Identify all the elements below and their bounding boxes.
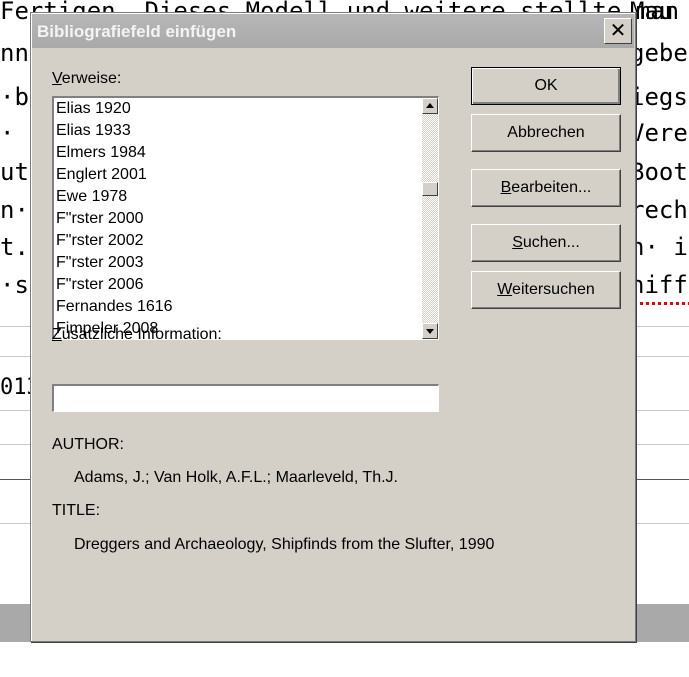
list-item[interactable]: Elmers 1984 bbox=[56, 142, 173, 164]
ok-button[interactable]: OK bbox=[471, 67, 621, 105]
references-label-key: V bbox=[52, 70, 62, 87]
close-button[interactable]: ✕ bbox=[604, 18, 632, 44]
search-button[interactable]: Suchen... bbox=[471, 224, 621, 262]
doc-line-left: ·b bbox=[0, 83, 29, 111]
arrow-up-icon bbox=[426, 103, 434, 108]
find-next-button[interactable]: Weitersuchen bbox=[471, 271, 621, 309]
extra-info-label-key: Z bbox=[52, 326, 62, 343]
doc-line-right: n· in bbox=[630, 233, 689, 261]
extra-info-input[interactable] bbox=[52, 384, 439, 412]
list-item[interactable]: Elias 1933 bbox=[56, 120, 173, 142]
list-item[interactable]: F"rster 2002 bbox=[56, 230, 173, 252]
scroll-up-button[interactable] bbox=[422, 98, 438, 114]
author-value: Adams, J.; Van Holk, A.F.L.; Maarleveld,… bbox=[74, 469, 398, 486]
find-next-button-rest: eitersuchen bbox=[512, 281, 595, 298]
references-items: Elias 1920 Elias 1933 Elmers 1984 Engler… bbox=[56, 98, 173, 339]
references-list[interactable]: Elias 1920 Elias 1933 Elmers 1984 Engler… bbox=[52, 96, 439, 340]
extra-info-label: Zusätzliche Information: bbox=[52, 326, 222, 344]
list-item[interactable]: Englert 2001 bbox=[56, 164, 173, 186]
doc-line-right: Mau bbox=[630, 0, 674, 25]
title-heading: TITLE: bbox=[52, 502, 101, 519]
spellcheck-squiggle bbox=[640, 302, 689, 305]
extra-info-label-rest: usätzliche Information: bbox=[61, 326, 222, 343]
search-button-rest: uchen... bbox=[522, 234, 580, 251]
edit-button-rest: earbeiten... bbox=[511, 179, 592, 196]
doc-line-right: niffs bbox=[630, 271, 689, 299]
doc-line-right: Verei bbox=[630, 119, 689, 147]
doc-line-left: t. bbox=[0, 233, 29, 261]
list-item[interactable]: F"rster 2003 bbox=[56, 252, 173, 274]
edit-button[interactable]: Bearbeiten... bbox=[471, 169, 621, 207]
title-value: Dreggers and Archaeology, Shipfinds from… bbox=[74, 536, 495, 553]
search-button-key: S bbox=[512, 234, 523, 251]
doc-line-right: Boot bbox=[630, 158, 688, 186]
scroll-thumb[interactable] bbox=[422, 182, 438, 196]
dialog-titlebar[interactable]: Bibliografiefeld einfügen ✕ bbox=[32, 14, 634, 48]
doc-line-right: iegss bbox=[630, 83, 689, 111]
dialog-title: Bibliografiefeld einfügen bbox=[37, 22, 237, 41]
list-item[interactable]: Fernandes 1616 bbox=[56, 296, 173, 318]
list-item[interactable]: F"rster 2006 bbox=[56, 274, 173, 296]
arrow-down-icon bbox=[426, 329, 434, 334]
references-scrollbar[interactable] bbox=[422, 98, 438, 339]
list-item[interactable]: Ewe 1978 bbox=[56, 186, 173, 208]
find-next-button-key: W bbox=[497, 281, 513, 298]
list-item[interactable]: Elias 1920 bbox=[56, 98, 173, 120]
table-cell: 013 bbox=[0, 375, 40, 400]
close-icon: ✕ bbox=[609, 18, 627, 42]
edit-button-key: B bbox=[500, 179, 512, 196]
doc-line-right: rech bbox=[630, 196, 688, 224]
list-item[interactable]: F"rster 2000 bbox=[56, 208, 173, 230]
cancel-button[interactable]: Abbrechen bbox=[471, 114, 621, 152]
references-label-rest: erweise: bbox=[61, 70, 122, 87]
insert-bibliography-dialog: Bibliografiefeld einfügen ✕ Verweise: El… bbox=[30, 12, 636, 642]
references-label: Verweise: bbox=[52, 70, 121, 88]
doc-line-right: gebe bbox=[630, 39, 688, 67]
scroll-down-button[interactable] bbox=[422, 323, 438, 339]
author-heading: AUTHOR: bbox=[52, 436, 124, 453]
